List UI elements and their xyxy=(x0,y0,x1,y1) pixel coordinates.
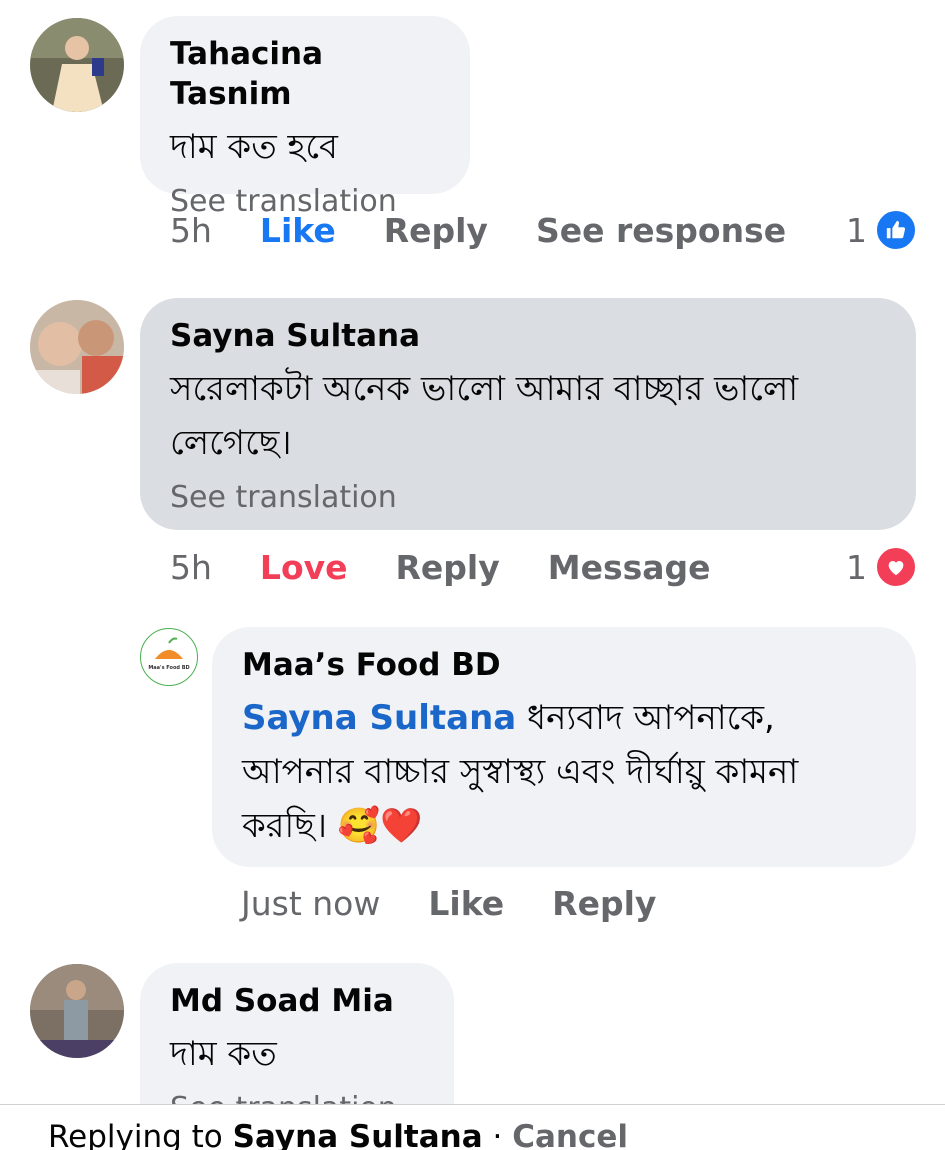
see-response-button[interactable]: See response xyxy=(536,211,786,250)
reply-button[interactable]: Reply xyxy=(552,884,656,923)
avatar[interactable] xyxy=(30,300,124,394)
reply-time[interactable]: Just now xyxy=(241,884,380,923)
reply-button[interactable]: Reply xyxy=(384,211,488,250)
see-translation-link[interactable]: See translation xyxy=(170,478,886,518)
reply-button[interactable]: Reply xyxy=(396,548,500,587)
reply-author[interactable]: Maa’s Food BD xyxy=(242,645,886,685)
mention-link[interactable]: Sayna Sultana xyxy=(242,698,516,738)
replying-to-name: Sayna Sultana xyxy=(232,1119,483,1150)
reply-actions: Just now Like Reply xyxy=(241,878,704,928)
reaction-count: 1 xyxy=(846,547,867,587)
comment-text: দাম কত xyxy=(170,1034,277,1074)
reaction-count: 1 xyxy=(846,210,867,250)
comment-text: দাম কত হবে xyxy=(170,127,338,167)
love-button[interactable]: Love xyxy=(260,548,348,587)
emoji: 🥰❤️ xyxy=(337,806,423,846)
comment-actions: 5h Love Reply Message xyxy=(170,542,759,592)
page-logo-avatar[interactable]: Maa's Food BD xyxy=(140,628,198,686)
love-icon xyxy=(875,546,917,588)
replying-to-bar: Replying to Sayna Sultana · Cancel xyxy=(0,1104,945,1150)
message-button[interactable]: Message xyxy=(548,548,711,587)
avatar[interactable] xyxy=(30,964,124,1058)
comment-text: সরেলাকটা অনেক ভালো আমার বাচ্ছার ভালো লেগ… xyxy=(170,369,799,463)
comment-bubble[interactable]: Sayna Sultana সরেলাকটা অনেক ভালো আমার বা… xyxy=(140,298,916,530)
comment-actions: 5h Like Reply See response xyxy=(170,205,834,255)
comment-author[interactable]: Tahacina Tasnim xyxy=(170,34,440,114)
cancel-button[interactable]: Cancel xyxy=(512,1119,628,1150)
reply-text: Sayna Sultana ধন্যবাদ আপনাকে, আপনার বাচ্… xyxy=(242,691,886,853)
reaction-summary[interactable]: 1 xyxy=(846,205,917,255)
comment-bubble[interactable]: Tahacina Tasnim দাম কত হবে See translati… xyxy=(140,16,470,219)
avatar[interactable] xyxy=(30,18,124,112)
like-icon xyxy=(875,209,917,251)
comment-time[interactable]: 5h xyxy=(170,211,212,250)
comment-author[interactable]: Md Soad Mia xyxy=(170,981,424,1021)
comment-time[interactable]: 5h xyxy=(170,548,212,587)
separator: · xyxy=(482,1119,513,1150)
logo-text: Maa's Food BD xyxy=(148,665,189,671)
replying-to-label: Replying to xyxy=(48,1119,233,1150)
comment-author[interactable]: Sayna Sultana xyxy=(170,316,886,356)
like-button[interactable]: Like xyxy=(260,211,336,250)
like-button[interactable]: Like xyxy=(428,884,504,923)
reply-bubble[interactable]: Maa’s Food BD Sayna Sultana ধন্যবাদ আপনা… xyxy=(212,627,916,867)
reaction-summary[interactable]: 1 xyxy=(846,542,917,592)
